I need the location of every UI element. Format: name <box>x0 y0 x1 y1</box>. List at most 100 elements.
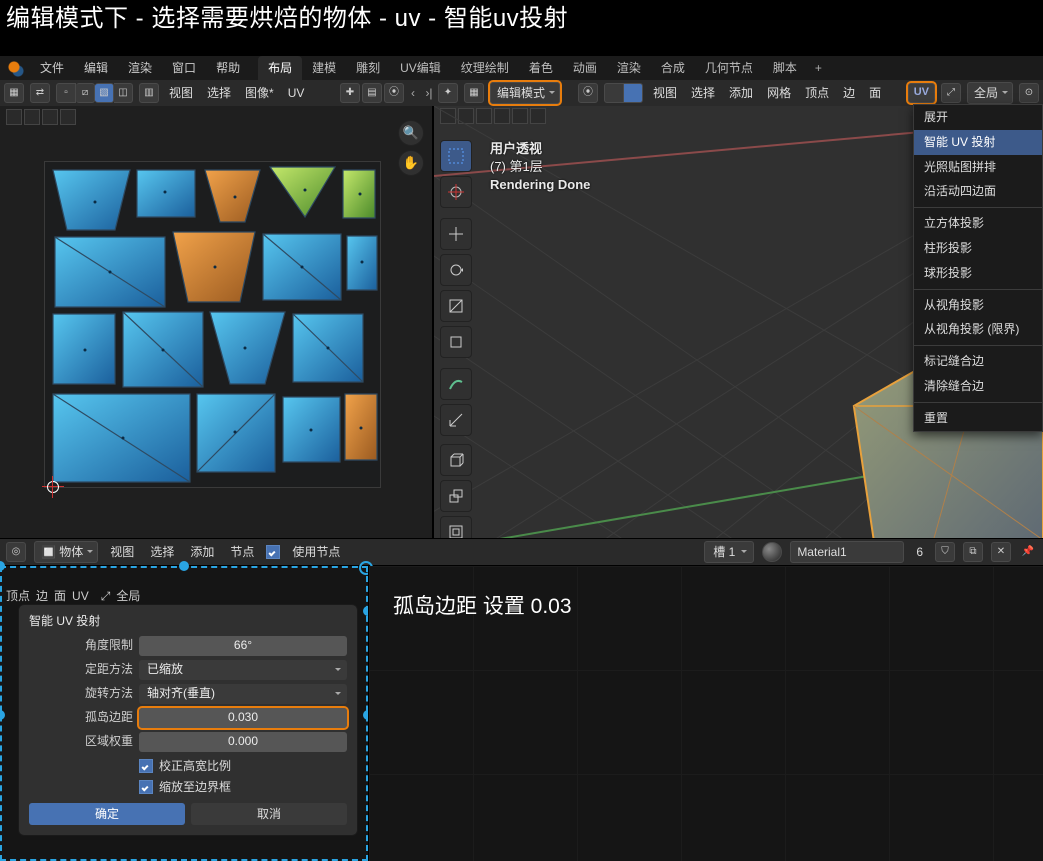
orientation-dropdown[interactable]: 全局 <box>967 82 1013 104</box>
tab-modeling[interactable]: 建模 <box>302 56 346 81</box>
uv-menu-item[interactable]: 展开 <box>914 105 1042 130</box>
editor-type-3d-icon[interactable]: ✦ <box>438 83 458 103</box>
node-editor-header: ◎ 🔲 物体 视图 选择 添加 节点 使用节点 槽 1 Material1 6 … <box>0 538 1043 566</box>
uv-editor[interactable]: 🔍 ✋ <box>0 106 432 540</box>
select-mode[interactable] <box>604 83 643 103</box>
tool-transform[interactable] <box>440 326 472 358</box>
node-editor-type-icon[interactable]: ◎ <box>6 542 26 562</box>
uv-menu-item[interactable]: 柱形投影 <box>914 236 1042 261</box>
uv-menu-item[interactable]: 球形投影 <box>914 261 1042 286</box>
menu-help[interactable]: 帮助 <box>206 56 250 81</box>
island-margin-field[interactable]: 0.030 <box>139 708 347 728</box>
uv-menu-item[interactable]: 沿活动四边面 <box>914 179 1042 204</box>
uv-menu-item[interactable]: 从视角投影 <box>914 293 1042 318</box>
pivot-icon[interactable]: ⦿ <box>384 83 404 103</box>
angle-limit-field[interactable]: 66° <box>139 636 347 656</box>
uv-menu-uv[interactable]: UV <box>284 85 309 102</box>
area-weight-field[interactable]: 0.000 <box>139 732 347 752</box>
image-new-icon[interactable]: ✚ <box>340 83 360 103</box>
tool-rotate[interactable] <box>440 254 472 286</box>
material-sphere-icon[interactable] <box>762 542 782 562</box>
tool-cursor[interactable] <box>440 176 472 208</box>
pin-icon[interactable]: 📌 <box>1019 543 1037 561</box>
tab-uvediting[interactable]: UV编辑 <box>390 56 451 81</box>
vp-menu-view[interactable]: 视图 <box>649 85 681 102</box>
vp-menu-face[interactable]: 面 <box>865 85 885 102</box>
image-browse-icon[interactable]: ▤ <box>362 83 382 103</box>
uv-menu-item[interactable]: 标记缝合边 <box>914 349 1042 374</box>
node-menu-node[interactable]: 节点 <box>226 544 258 561</box>
vp-menu-select[interactable]: 选择 <box>687 85 719 102</box>
ok-button[interactable]: 确定 <box>29 803 185 825</box>
object-interaction-icon[interactable]: ▦ <box>464 83 484 103</box>
tool-scale[interactable] <box>440 290 472 322</box>
uv-dropdown-button[interactable]: UV <box>908 83 935 103</box>
node-menu-view[interactable]: 视图 <box>106 544 138 561</box>
transform-orientation-icon[interactable]: ⤢ <box>941 83 961 103</box>
handle-ml[interactable] <box>0 710 5 720</box>
uv-menu-item[interactable]: 光照贴图拼排 <box>914 155 1042 180</box>
vp-menu-vertex[interactable]: 顶点 <box>801 85 833 102</box>
tab-animation[interactable]: 动画 <box>563 56 607 81</box>
vp-menu-add[interactable]: 添加 <box>725 85 757 102</box>
menu-render[interactable]: 渲染 <box>118 56 162 81</box>
menu-file[interactable]: 文件 <box>30 56 74 81</box>
correct-aspect-checkbox[interactable] <box>139 759 153 773</box>
tool-measure[interactable] <box>440 404 472 436</box>
handle-tl[interactable] <box>0 561 5 571</box>
tab-scripting[interactable]: 脚本 <box>763 56 807 81</box>
node-menu-select[interactable]: 选择 <box>146 544 178 561</box>
margin-method-dropdown[interactable]: 已缩放 <box>139 660 347 680</box>
duplicate-icon[interactable]: ⧉ <box>963 542 983 562</box>
use-nodes-checkbox[interactable] <box>266 545 280 559</box>
unlink-icon[interactable]: ✕ <box>991 542 1011 562</box>
tab-geonodes[interactable]: 几何节点 <box>695 56 763 81</box>
material-slot-dropdown[interactable]: 槽 1 <box>704 541 754 563</box>
uv-menu-select[interactable]: 选择 <box>203 85 235 102</box>
uv-menu-item[interactable]: 重置 <box>914 406 1042 431</box>
tool-extrude[interactable] <box>440 480 472 512</box>
cancel-button[interactable]: 取消 <box>191 803 347 825</box>
pan-icon[interactable]: ✋ <box>398 150 424 176</box>
tab-rendering[interactable]: 渲染 <box>607 56 651 81</box>
uv-canvas[interactable] <box>44 161 381 488</box>
tab-shading[interactable]: 着色 <box>519 56 563 81</box>
uv-menu-item[interactable]: 从视角投影 (限界) <box>914 317 1042 342</box>
scale-bounds-checkbox[interactable] <box>139 780 153 794</box>
uv-menu-view[interactable]: 视图 <box>165 85 197 102</box>
editor-type-icon[interactable]: ▦ <box>4 83 24 103</box>
uv-menu-image[interactable]: 图像* <box>241 85 278 102</box>
menu-edit[interactable]: 编辑 <box>74 56 118 81</box>
tool-select-box[interactable] <box>440 140 472 172</box>
tool-inset[interactable] <box>440 516 472 540</box>
pivot-dropdown-icon[interactable]: ⊙ <box>1019 83 1039 103</box>
uv-select-mode[interactable]: ▫ ⧄ ▧ ◫ <box>56 83 133 103</box>
uv-sticky-icon[interactable]: ▥ <box>139 83 159 103</box>
vp-menu-mesh[interactable]: 网格 <box>763 85 795 102</box>
tab-sculpt[interactable]: 雕刻 <box>346 56 390 81</box>
uv-menu-item[interactable]: 清除缝合边 <box>914 374 1042 399</box>
tool-addcube[interactable] <box>440 444 472 476</box>
uv-sync-icon[interactable]: ⇄ <box>30 83 50 103</box>
tool-move[interactable] <box>440 218 472 250</box>
handle-tc[interactable] <box>179 561 189 571</box>
rotate-method-dropdown[interactable]: 轴对齐(垂直) <box>139 684 347 704</box>
add-workspace-button[interactable]: + <box>807 56 830 81</box>
tab-layout[interactable]: 布局 <box>258 56 302 81</box>
tab-compositing[interactable]: 合成 <box>651 56 695 81</box>
node-menu-add[interactable]: 添加 <box>186 544 218 561</box>
orientation-icon[interactable]: ⦿ <box>578 83 598 103</box>
chevron-left-icon[interactable]: ‹ <box>406 84 420 102</box>
shield-icon[interactable]: ⛉ <box>935 542 955 562</box>
uv-menu-item[interactable]: 立方体投影 <box>914 211 1042 236</box>
tool-annotate[interactable] <box>440 368 472 400</box>
uv-display-channels[interactable] <box>6 109 76 125</box>
uv-menu-item[interactable]: 智能 UV 投射 <box>914 130 1042 155</box>
tab-texpaint[interactable]: 纹理绘制 <box>451 56 519 81</box>
menu-window[interactable]: 窗口 <box>162 56 206 81</box>
vp-menu-edge[interactable]: 边 <box>839 85 859 102</box>
material-name-field[interactable]: Material1 <box>790 541 904 564</box>
mode-dropdown[interactable]: 编辑模式 <box>490 82 560 104</box>
zoom-icon[interactable]: 🔍 <box>398 120 424 146</box>
node-mode-dropdown[interactable]: 🔲 物体 <box>34 541 98 563</box>
